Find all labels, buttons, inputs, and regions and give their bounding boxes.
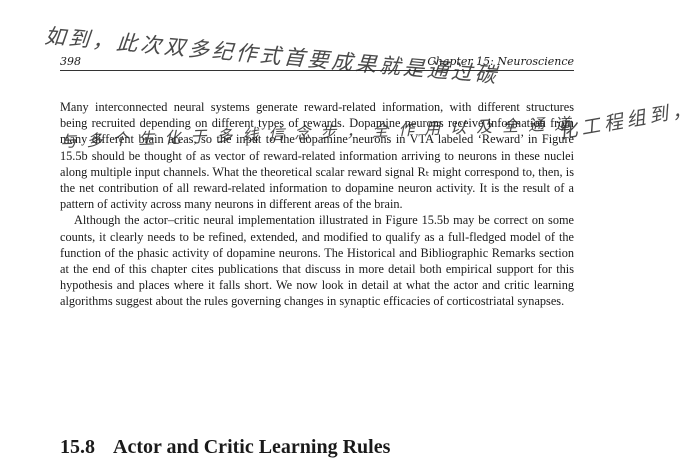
section-heading: 15.8 Actor and Critic Learning Rules: [60, 436, 390, 459]
document-page: 398 Chapter 15: Neuroscience Many interc…: [0, 0, 680, 467]
handwritten-annotation: 如到，此次双多纪作式首要成果就是通过碳: [43, 23, 500, 88]
section-title: Actor and Critic Learning Rules: [113, 436, 391, 458]
section-number: 15.8: [60, 436, 95, 458]
paragraph-2: Although the actor–critic neural impleme…: [60, 213, 574, 309]
page-number: 398: [60, 55, 81, 68]
